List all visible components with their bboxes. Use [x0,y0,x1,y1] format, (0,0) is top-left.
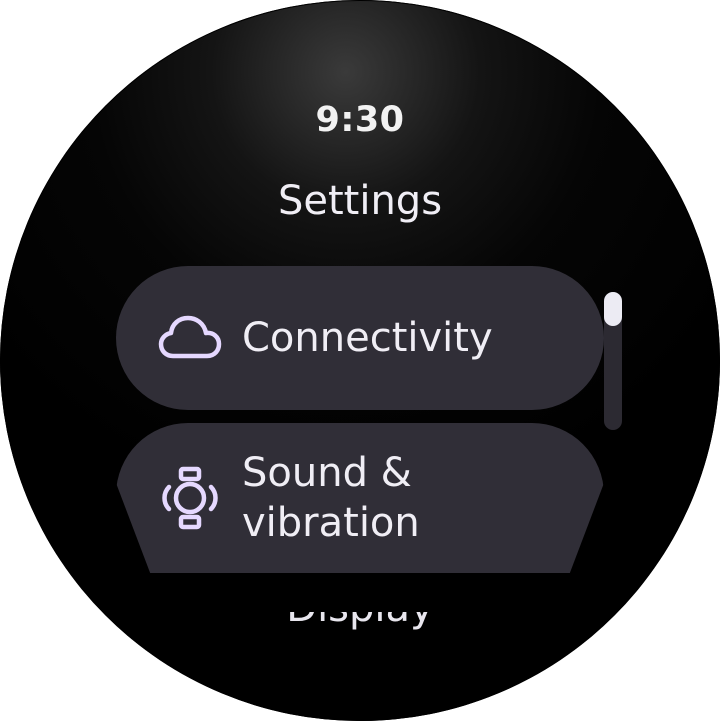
settings-item-sound-vibration[interactable]: Sound & vibration [116,423,604,573]
watch-vibrate-icon [156,464,224,532]
page-title: Settings [277,178,443,224]
status-time: 9:30 [315,100,405,140]
next-list-item-peek[interactable]: Display [0,612,720,638]
cloud-icon [156,304,224,372]
label-line-2: vibration [242,500,420,546]
settings-item-connectivity[interactable]: Connectivity [116,266,604,410]
scrollbar-thumb[interactable] [604,292,622,326]
settings-item-label: Sound & vibration [242,448,420,548]
watch-screen: 9:30 Settings Connectivity Sound & vibra… [0,0,720,721]
next-item-label: Display [286,612,433,634]
settings-item-label: Connectivity [242,315,493,361]
label-line-1: Sound & [242,450,412,496]
